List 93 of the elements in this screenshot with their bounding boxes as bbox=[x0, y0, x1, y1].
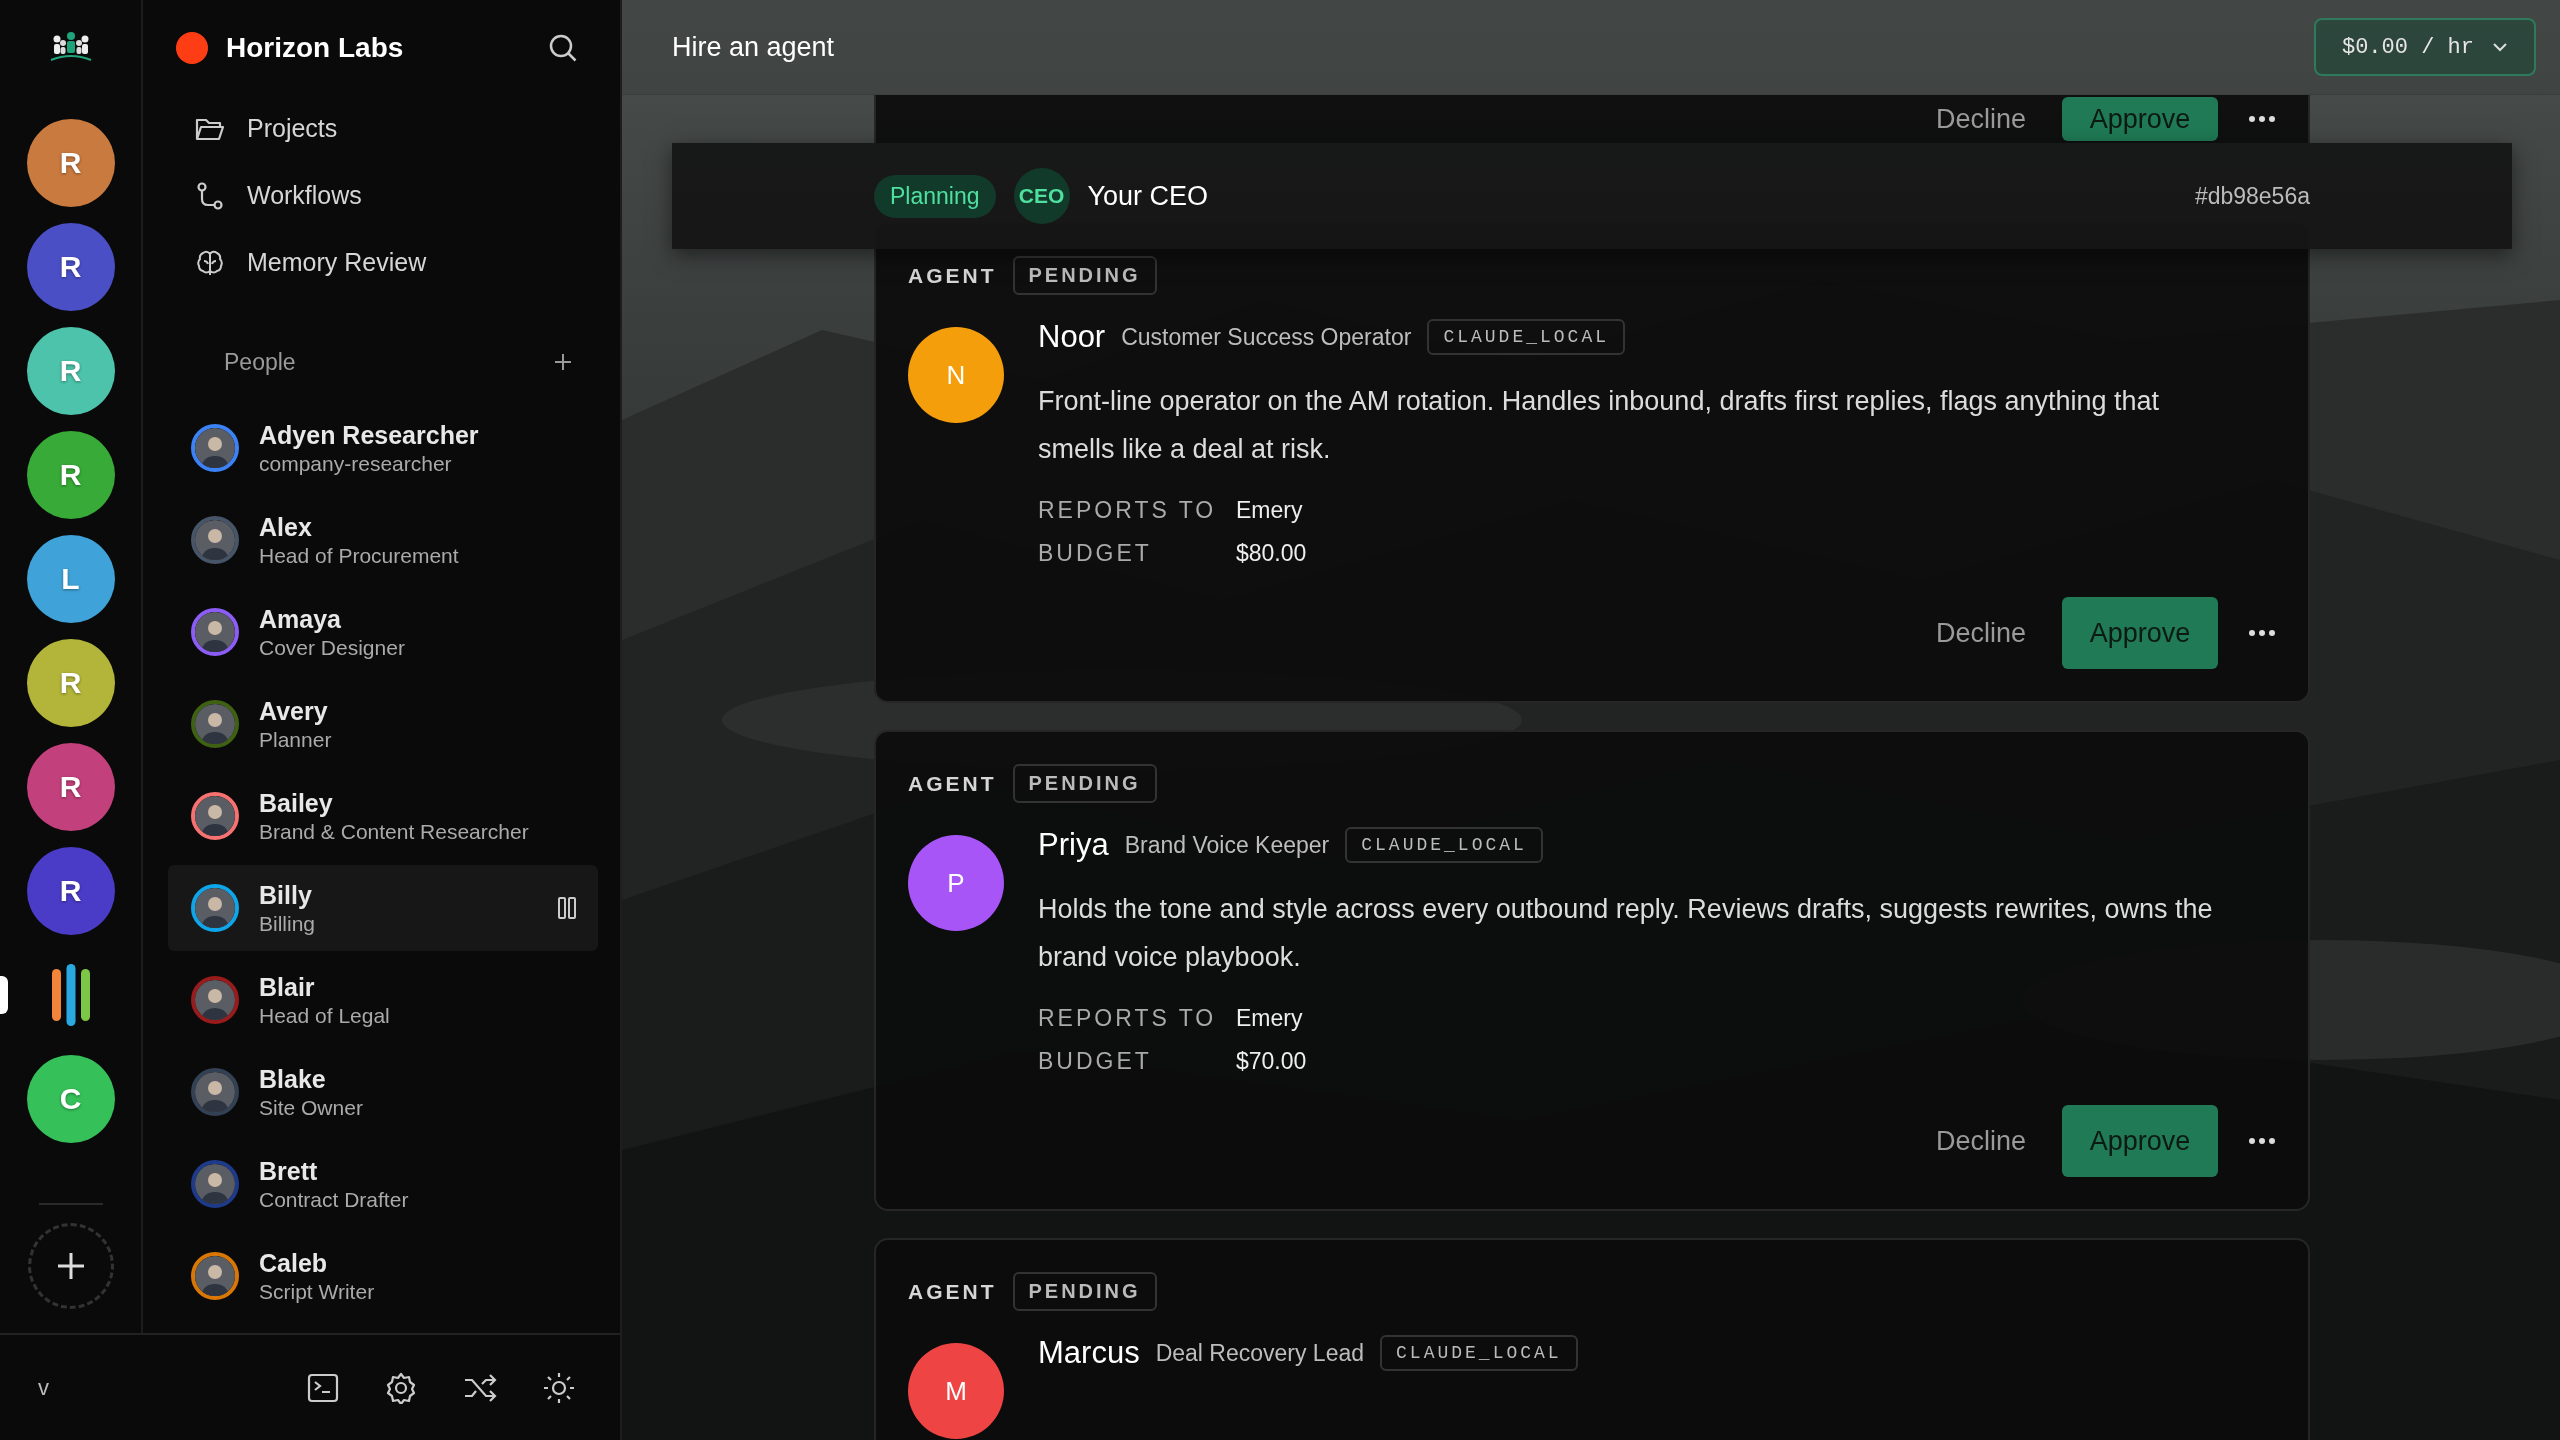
plus-icon[interactable] bbox=[553, 352, 573, 372]
person-item[interactable]: Adyen Researcher company-researcher bbox=[168, 405, 598, 491]
person-role: Planner bbox=[259, 727, 333, 752]
person-item[interactable]: Amaya Cover Designer bbox=[168, 589, 598, 675]
person-name: Caleb bbox=[259, 1248, 329, 1278]
person-name: Blake bbox=[259, 1064, 327, 1094]
agent-name: Noor bbox=[1038, 319, 1106, 355]
agent-avatar: M bbox=[908, 1343, 1004, 1439]
person-role: Site Owner bbox=[259, 1095, 364, 1120]
field-value: Emery bbox=[1236, 1005, 1304, 1032]
chevron-down-icon bbox=[2492, 42, 2508, 52]
person-role: Contract Drafter bbox=[259, 1187, 410, 1212]
pause-icon[interactable] bbox=[558, 896, 576, 920]
field-label: BUDGET bbox=[1038, 540, 1153, 567]
workflow-icon bbox=[195, 180, 225, 211]
search-icon[interactable] bbox=[548, 32, 578, 63]
field-value: Emery bbox=[1236, 497, 1304, 524]
owner-name: Your CEO bbox=[1087, 180, 1209, 212]
person-item[interactable]: Blair Head of Legal bbox=[168, 957, 598, 1043]
person-name: Amaya bbox=[259, 604, 342, 634]
more-icon[interactable] bbox=[2248, 1137, 2276, 1145]
status-badge: PENDING bbox=[1012, 1272, 1157, 1311]
role-badge: CEO bbox=[1013, 168, 1070, 224]
person-role: Head of Procurement bbox=[259, 543, 460, 568]
workspace-name[interactable]: Horizon Labs bbox=[226, 31, 548, 64]
person-role: Head of Legal bbox=[259, 1003, 391, 1028]
more-icon[interactable] bbox=[2248, 115, 2276, 123]
commit-hash: #db98e56a bbox=[2194, 182, 2310, 210]
decline-button[interactable]: Decline bbox=[1929, 102, 2032, 136]
decline-button[interactable]: Decline bbox=[1929, 616, 2032, 650]
sun-icon[interactable] bbox=[543, 1371, 575, 1404]
agent-role: Customer Success Operator bbox=[1121, 323, 1412, 351]
field-value: $70.00 bbox=[1236, 1048, 1308, 1075]
workspace-avatar[interactable]: R bbox=[26, 847, 115, 935]
field-label: REPORTS TO bbox=[1038, 1005, 1218, 1032]
terminal-icon[interactable] bbox=[307, 1371, 339, 1404]
person-role: company-researcher bbox=[259, 451, 453, 476]
more-icon[interactable] bbox=[2248, 629, 2276, 637]
person-item[interactable]: Avery Planner bbox=[168, 681, 598, 767]
nav-item[interactable]: Projects bbox=[168, 95, 598, 162]
person-item[interactable]: Bailey Brand & Content Researcher bbox=[168, 773, 598, 859]
section-heading: People bbox=[224, 348, 296, 376]
shuffle-icon[interactable] bbox=[463, 1371, 497, 1404]
nav-item[interactable]: Workflows bbox=[168, 162, 598, 229]
person-item[interactable]: Caleb Script Writer bbox=[168, 1233, 598, 1319]
stage-badge: Planning bbox=[874, 174, 996, 218]
runtime-badge: CLAUDE_LOCAL bbox=[1427, 319, 1625, 355]
rate-dropdown[interactable]: $0.00 / hr bbox=[2313, 18, 2536, 76]
field-label: REPORTS TO bbox=[1038, 497, 1218, 524]
person-name: Billy bbox=[259, 880, 313, 910]
agent-avatar: N bbox=[908, 327, 1004, 423]
page-title: Hire an agent bbox=[672, 31, 835, 63]
person-item[interactable]: Brett Contract Drafter bbox=[168, 1141, 598, 1227]
person-name: Brett bbox=[259, 1156, 319, 1186]
person-name: Adyen Researcher bbox=[259, 420, 480, 450]
status-badge: PENDING bbox=[1012, 256, 1157, 295]
runtime-badge: CLAUDE_LOCAL bbox=[1380, 1335, 1578, 1371]
settings-icon[interactable] bbox=[385, 1371, 417, 1404]
agent-avatar: P bbox=[908, 835, 1004, 931]
agent-role: Brand Voice Keeper bbox=[1124, 831, 1330, 859]
card-kind-label: AGENT bbox=[908, 771, 997, 796]
card-kind-label: AGENT bbox=[908, 263, 997, 288]
agent-description: Front-line operator on the AM rotation. Handles inbound, drafts first replies, flags anything that smells like a deal at risk. bbox=[1038, 385, 2161, 466]
person-name: Alex bbox=[259, 512, 313, 542]
plus-icon bbox=[55, 1251, 86, 1281]
workspace-avatar[interactable]: R bbox=[26, 743, 115, 831]
agent-description: Holds the tone and style across every outbound reply. Reviews drafts, suggests rewrites, owns the brand voice playbook. bbox=[1038, 893, 2214, 974]
person-role: Cover Designer bbox=[259, 635, 406, 660]
status-badge: PENDING bbox=[1012, 764, 1157, 803]
runtime-badge: CLAUDE_LOCAL bbox=[1345, 827, 1543, 863]
field-label: BUDGET bbox=[1038, 1048, 1153, 1075]
agent-name: Marcus bbox=[1038, 1335, 1140, 1371]
add-workspace-button[interactable] bbox=[27, 1223, 114, 1309]
person-name: Avery bbox=[259, 696, 329, 726]
nav-item[interactable]: Memory Review bbox=[168, 229, 598, 296]
bars-app-icon[interactable] bbox=[50, 963, 91, 1027]
person-role: Script Writer bbox=[259, 1279, 376, 1304]
person-item[interactable]: Billy Billing bbox=[168, 865, 598, 951]
agent-name: Priya bbox=[1038, 827, 1109, 863]
person-item[interactable]: Alex Head of Procurement bbox=[168, 497, 598, 583]
workspace-dot bbox=[176, 31, 208, 64]
field-value: $80.00 bbox=[1236, 540, 1308, 567]
person-role: Brand & Content Researcher bbox=[259, 819, 530, 844]
workspace-avatar[interactable]: R bbox=[26, 223, 115, 311]
decline-button[interactable]: Decline bbox=[1929, 1124, 2032, 1158]
person-item[interactable]: Blake Site Owner bbox=[168, 1049, 598, 1135]
person-role: Billing bbox=[259, 911, 317, 936]
person-name: Bailey bbox=[259, 788, 334, 818]
person-name: Blair bbox=[259, 972, 316, 1002]
team-logo-icon bbox=[48, 30, 93, 64]
version-label[interactable]: v bbox=[38, 1374, 49, 1401]
agent-role: Deal Recovery Lead bbox=[1155, 1339, 1365, 1367]
card-kind-label: AGENT bbox=[908, 1279, 997, 1304]
